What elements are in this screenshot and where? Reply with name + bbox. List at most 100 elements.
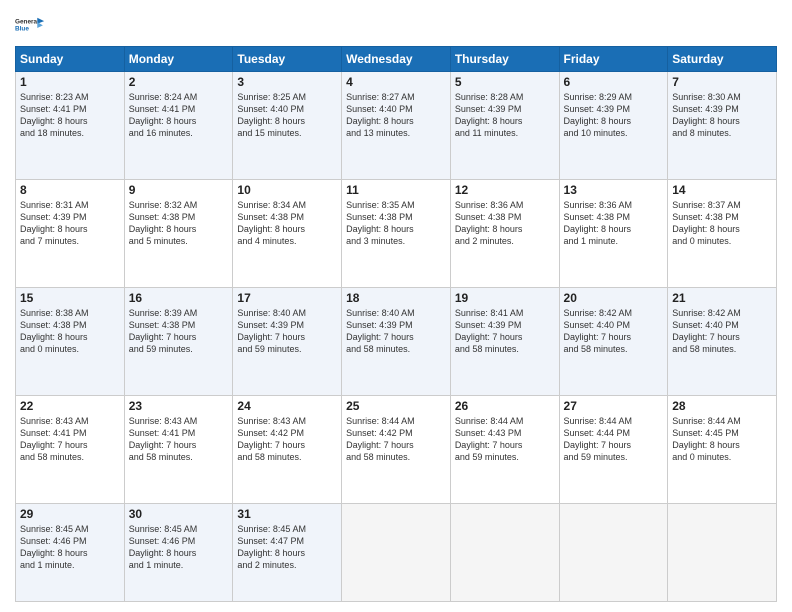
cell-details: Sunrise: 8:36 AM Sunset: 4:38 PM Dayligh…	[564, 199, 664, 248]
day-number: 7	[672, 75, 772, 89]
cell-details: Sunrise: 8:44 AM Sunset: 4:45 PM Dayligh…	[672, 415, 772, 464]
cell-details: Sunrise: 8:38 AM Sunset: 4:38 PM Dayligh…	[20, 307, 120, 356]
calendar-cell: 17 Sunrise: 8:40 AM Sunset: 4:39 PM Dayli…	[233, 287, 342, 395]
calendar-cell: 13 Sunrise: 8:36 AM Sunset: 4:38 PM Dayli…	[559, 179, 668, 287]
cell-details: Sunrise: 8:30 AM Sunset: 4:39 PM Dayligh…	[672, 91, 772, 140]
cell-details: Sunrise: 8:36 AM Sunset: 4:38 PM Dayligh…	[455, 199, 555, 248]
calendar-cell	[342, 503, 451, 601]
cell-details: Sunrise: 8:43 AM Sunset: 4:41 PM Dayligh…	[129, 415, 229, 464]
day-number: 21	[672, 291, 772, 305]
cell-details: Sunrise: 8:44 AM Sunset: 4:42 PM Dayligh…	[346, 415, 446, 464]
calendar-cell	[559, 503, 668, 601]
calendar-cell: 23 Sunrise: 8:43 AM Sunset: 4:41 PM Dayli…	[124, 395, 233, 503]
calendar-cell: 10Sunrise: 8:34 AM Sunset: 4:38 PM Dayli…	[233, 179, 342, 287]
calendar-cell: 18Sunrise: 8:40 AM Sunset: 4:39 PM Dayli…	[342, 287, 451, 395]
cell-details: Sunrise: 8:24 AM Sunset: 4:41 PM Dayligh…	[129, 91, 229, 140]
calendar-week-row: 29 Sunrise: 8:45 AM Sunset: 4:46 PM Dayli…	[16, 503, 777, 601]
weekday-header-wednesday: Wednesday	[342, 47, 451, 72]
calendar-table: SundayMondayTuesdayWednesdayThursdayFrid…	[15, 46, 777, 602]
day-number: 9	[129, 183, 229, 197]
cell-details: Sunrise: 8:40 AM Sunset: 4:39 PM Dayligh…	[237, 307, 337, 356]
calendar-cell	[450, 503, 559, 601]
cell-details: Sunrise: 8:42 AM Sunset: 4:40 PM Dayligh…	[672, 307, 772, 356]
calendar-cell: 11Sunrise: 8:35 AM Sunset: 4:38 PM Dayli…	[342, 179, 451, 287]
day-number: 3	[237, 75, 337, 89]
weekday-header-monday: Monday	[124, 47, 233, 72]
day-number: 31	[237, 507, 337, 521]
day-number: 23	[129, 399, 229, 413]
calendar-cell: 8Sunrise: 8:31 AM Sunset: 4:39 PM Daylig…	[16, 179, 125, 287]
cell-details: Sunrise: 8:27 AM Sunset: 4:40 PM Dayligh…	[346, 91, 446, 140]
day-number: 17	[237, 291, 337, 305]
calendar-cell: 12 Sunrise: 8:36 AM Sunset: 4:38 PM Dayli…	[450, 179, 559, 287]
calendar-cell: 14Sunrise: 8:37 AM Sunset: 4:38 PM Dayli…	[668, 179, 777, 287]
header: GeneralBlue	[15, 10, 777, 40]
day-number: 22	[20, 399, 120, 413]
cell-details: Sunrise: 8:29 AM Sunset: 4:39 PM Dayligh…	[564, 91, 664, 140]
cell-details: Sunrise: 8:43 AM Sunset: 4:42 PM Dayligh…	[237, 415, 337, 464]
cell-details: Sunrise: 8:25 AM Sunset: 4:40 PM Dayligh…	[237, 91, 337, 140]
cell-details: Sunrise: 8:44 AM Sunset: 4:44 PM Dayligh…	[564, 415, 664, 464]
svg-text:Blue: Blue	[15, 26, 29, 33]
cell-details: Sunrise: 8:45 AM Sunset: 4:46 PM Dayligh…	[20, 523, 120, 572]
svg-text:General: General	[15, 19, 39, 26]
day-number: 4	[346, 75, 446, 89]
calendar-cell: 15 Sunrise: 8:38 AM Sunset: 4:38 PM Dayli…	[16, 287, 125, 395]
day-number: 13	[564, 183, 664, 197]
day-number: 30	[129, 507, 229, 521]
cell-details: Sunrise: 8:23 AM Sunset: 4:41 PM Dayligh…	[20, 91, 120, 140]
day-number: 24	[237, 399, 337, 413]
day-number: 15	[20, 291, 120, 305]
calendar-cell: 1 Sunrise: 8:23 AM Sunset: 4:41 PM Daylig…	[16, 72, 125, 180]
weekday-header-thursday: Thursday	[450, 47, 559, 72]
cell-details: Sunrise: 8:45 AM Sunset: 4:46 PM Dayligh…	[129, 523, 229, 572]
calendar-cell: 3 Sunrise: 8:25 AM Sunset: 4:40 PM Daylig…	[233, 72, 342, 180]
cell-details: Sunrise: 8:39 AM Sunset: 4:38 PM Dayligh…	[129, 307, 229, 356]
cell-details: Sunrise: 8:42 AM Sunset: 4:40 PM Dayligh…	[564, 307, 664, 356]
day-number: 25	[346, 399, 446, 413]
calendar-week-row: 22 Sunrise: 8:43 AM Sunset: 4:41 PM Dayli…	[16, 395, 777, 503]
calendar-cell: 4 Sunrise: 8:27 AM Sunset: 4:40 PM Daylig…	[342, 72, 451, 180]
day-number: 8	[20, 183, 120, 197]
calendar-cell: 7 Sunrise: 8:30 AM Sunset: 4:39 PM Daylig…	[668, 72, 777, 180]
weekday-header-tuesday: Tuesday	[233, 47, 342, 72]
cell-details: Sunrise: 8:44 AM Sunset: 4:43 PM Dayligh…	[455, 415, 555, 464]
calendar-cell: 16 Sunrise: 8:39 AM Sunset: 4:38 PM Dayli…	[124, 287, 233, 395]
calendar-cell: 24 Sunrise: 8:43 AM Sunset: 4:42 PM Dayli…	[233, 395, 342, 503]
day-number: 29	[20, 507, 120, 521]
calendar-cell: 27 Sunrise: 8:44 AM Sunset: 4:44 PM Dayli…	[559, 395, 668, 503]
weekday-header-friday: Friday	[559, 47, 668, 72]
calendar-cell: 31Sunrise: 8:45 AM Sunset: 4:47 PM Dayli…	[233, 503, 342, 601]
cell-details: Sunrise: 8:41 AM Sunset: 4:39 PM Dayligh…	[455, 307, 555, 356]
calendar-week-row: 15 Sunrise: 8:38 AM Sunset: 4:38 PM Dayli…	[16, 287, 777, 395]
day-number: 5	[455, 75, 555, 89]
cell-details: Sunrise: 8:37 AM Sunset: 4:38 PM Dayligh…	[672, 199, 772, 248]
day-number: 16	[129, 291, 229, 305]
calendar-cell: 5 Sunrise: 8:28 AM Sunset: 4:39 PM Daylig…	[450, 72, 559, 180]
calendar-cell	[668, 503, 777, 601]
day-number: 12	[455, 183, 555, 197]
cell-details: Sunrise: 8:32 AM Sunset: 4:38 PM Dayligh…	[129, 199, 229, 248]
logo: GeneralBlue	[15, 10, 45, 40]
day-number: 11	[346, 183, 446, 197]
calendar-cell: 19Sunrise: 8:41 AM Sunset: 4:39 PM Dayli…	[450, 287, 559, 395]
calendar-cell: 22 Sunrise: 8:43 AM Sunset: 4:41 PM Dayli…	[16, 395, 125, 503]
calendar-cell: 26Sunrise: 8:44 AM Sunset: 4:43 PM Dayli…	[450, 395, 559, 503]
day-number: 27	[564, 399, 664, 413]
day-number: 28	[672, 399, 772, 413]
day-number: 1	[20, 75, 120, 89]
day-number: 6	[564, 75, 664, 89]
cell-details: Sunrise: 8:28 AM Sunset: 4:39 PM Dayligh…	[455, 91, 555, 140]
page: GeneralBlue SundayMondayTuesdayWednesday…	[0, 0, 792, 612]
weekday-header-saturday: Saturday	[668, 47, 777, 72]
calendar-week-row: 1 Sunrise: 8:23 AM Sunset: 4:41 PM Daylig…	[16, 72, 777, 180]
calendar-cell: 29 Sunrise: 8:45 AM Sunset: 4:46 PM Dayli…	[16, 503, 125, 601]
calendar-cell: 30 Sunrise: 8:45 AM Sunset: 4:46 PM Dayli…	[124, 503, 233, 601]
day-number: 20	[564, 291, 664, 305]
weekday-header-row: SundayMondayTuesdayWednesdayThursdayFrid…	[16, 47, 777, 72]
logo-icon: GeneralBlue	[15, 10, 45, 40]
day-number: 2	[129, 75, 229, 89]
calendar-cell: 21 Sunrise: 8:42 AM Sunset: 4:40 PM Dayli…	[668, 287, 777, 395]
weekday-header-sunday: Sunday	[16, 47, 125, 72]
cell-details: Sunrise: 8:43 AM Sunset: 4:41 PM Dayligh…	[20, 415, 120, 464]
